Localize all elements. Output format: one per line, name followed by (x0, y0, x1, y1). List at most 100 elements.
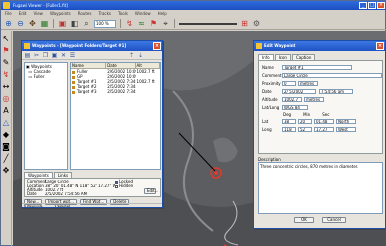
name-label: Name (262, 65, 274, 70)
menu-routes[interactable]: Routes (78, 10, 92, 18)
edit-button[interactable]: Edit... (144, 188, 159, 194)
pointer-icon[interactable]: ↖ (2, 34, 11, 43)
long-seconds-field[interactable]: 17.27 (314, 127, 334, 132)
table-row[interactable]: Target #3 2/5/2002 7:34:4 (71, 89, 160, 94)
polygon-icon[interactable]: △ (2, 118, 11, 127)
proximity-unit-select[interactable]: metres (298, 81, 318, 86)
row-alt (136, 89, 160, 94)
status-bar: 6 Waypoints 1 Selected (22, 203, 162, 208)
long-degrees-field[interactable]: 118 (282, 127, 296, 132)
settings-icon[interactable]: ⚙ (252, 19, 261, 28)
lat-seconds-field[interactable]: 01.48 (314, 119, 334, 124)
altitude-field[interactable]: 1002.7 (282, 97, 302, 102)
menu-tracks[interactable]: Tracks (98, 10, 111, 18)
waypoint-icon[interactable]: ⚑ (149, 19, 158, 28)
gps-icon[interactable]: ⌖ (161, 19, 170, 28)
zoom-out-icon[interactable]: ⊖ (16, 19, 25, 28)
toolbar-separator (120, 19, 121, 28)
gps-download-icon[interactable]: ⇣ (137, 52, 144, 59)
degrees-header: Deg (283, 112, 292, 117)
copy-icon[interactable]: ❐ (42, 52, 49, 59)
column-header-alt[interactable]: Alt (136, 63, 160, 68)
datum-select[interactable]: WGS 84 (282, 105, 308, 110)
selection-count: 1 Selected (54, 204, 71, 208)
dialog-title-bar[interactable]: Waypoints - [Waypoint Folders/Target #1]… (22, 41, 162, 51)
application-window: Fugawi Viewer - [Fuller1.fit] _ □ × File… (0, 0, 386, 246)
column-header-date[interactable]: Date (106, 63, 136, 68)
fill-icon[interactable]: ◆ (2, 130, 11, 139)
menu-edit[interactable]: Edit (19, 10, 27, 18)
menu-view[interactable]: View (33, 10, 43, 18)
zoom-in-icon[interactable]: ⊕ (4, 19, 13, 28)
lat-label: Lat (262, 119, 269, 124)
waypoint-icon (72, 90, 75, 94)
menu-help[interactable]: Help (158, 10, 167, 18)
zoom-level-select[interactable]: 100 % (94, 19, 116, 28)
maximize-button[interactable]: □ (368, 2, 376, 9)
lat-degrees-field[interactable]: 38 (282, 119, 296, 124)
app-icon (3, 2, 10, 9)
time-field[interactable]: 7:54:56 am (319, 89, 353, 94)
minutes-header: Min (303, 112, 311, 117)
dialog-title: Edit Waypoint (264, 43, 296, 48)
grid-lines-icon[interactable]: ⊞ (240, 19, 249, 28)
minimize-button[interactable]: _ (359, 2, 367, 9)
lat-minutes-field[interactable]: 20 (298, 119, 312, 124)
lat-direction-select[interactable]: North (336, 119, 356, 124)
hidden-checkbox[interactable]: Hidden (115, 184, 133, 188)
comment-label: Comment (262, 73, 282, 78)
move-icon[interactable]: ✥ (2, 166, 11, 175)
cut-icon[interactable]: ✂ (33, 52, 40, 59)
gps-upload-icon[interactable]: ⇡ (128, 52, 135, 59)
dialog-title: Waypoints - [Waypoint Folders/Target #1] (32, 43, 127, 48)
dialog-title-bar[interactable]: Edit Waypoint × (254, 41, 385, 51)
long-minutes-field[interactable]: 52 (298, 127, 312, 132)
close-icon[interactable]: × (153, 42, 161, 50)
close-icon[interactable]: × (376, 42, 384, 50)
row-name: Target #3 (77, 89, 97, 94)
tree-item-fuller[interactable]: ▭ Fuller (26, 74, 66, 79)
description-field[interactable]: Three concentric circles, 870 metres in … (258, 162, 383, 214)
delete-icon[interactable]: ✕ (60, 52, 67, 59)
track-icon[interactable]: ≈ (137, 19, 146, 28)
new-folder-icon[interactable]: ▤ (24, 52, 31, 59)
proximity-label: Proximity (262, 81, 281, 86)
camera-icon[interactable]: ◙ (2, 142, 11, 151)
line-icon[interactable]: ╱ (2, 154, 11, 163)
measure-icon[interactable]: ↔ (2, 82, 11, 91)
map-scale-bar (179, 20, 237, 28)
map-icon[interactable]: ▣ (58, 19, 67, 28)
route-icon[interactable]: ↯ (125, 19, 134, 28)
text-icon[interactable]: A (2, 106, 11, 115)
route-tool-icon[interactable]: ↯ (2, 70, 11, 79)
seconds-header: Sec (322, 112, 330, 117)
cancel-button[interactable]: Cancel (322, 217, 346, 223)
menu-tools[interactable]: Tools (118, 10, 128, 18)
waypoint-folder-icon (24, 43, 30, 49)
comment-field[interactable]: Large Circle (282, 73, 382, 78)
flag-icon[interactable]: ⚑ (2, 46, 11, 55)
date-label: Date (262, 89, 272, 94)
menu-waypoints[interactable]: Waypoints (50, 10, 71, 18)
search-icon[interactable]: ⌕ (82, 19, 91, 28)
menu-file[interactable]: File (5, 10, 12, 18)
long-direction-select[interactable]: West (336, 127, 356, 132)
proximity-field[interactable]: 0 (282, 81, 296, 86)
menu-window[interactable]: Window (135, 10, 151, 18)
waypoint-count: 6 Waypoints (24, 204, 43, 208)
altitude-unit-select[interactable]: metres (304, 97, 324, 102)
column-header-name[interactable]: Name (71, 63, 107, 68)
layers-icon[interactable]: ◧ (70, 19, 79, 28)
date-field[interactable]: 2/ 5/2002 (282, 89, 316, 94)
paste-icon[interactable]: ▣ (51, 52, 58, 59)
target-icon[interactable]: ◎ (2, 94, 11, 103)
window-title: Fugawi Viewer - [Fuller1.fit] (13, 3, 68, 8)
pan-icon[interactable]: ✥ (28, 19, 37, 28)
name-field[interactable]: Target #1 (282, 65, 352, 70)
edit-icon[interactable]: ✎ (2, 58, 11, 67)
grid-icon[interactable]: ▦ (40, 19, 49, 28)
close-button[interactable]: × (377, 2, 385, 9)
waypoint-manager-dialog: Waypoints - [Waypoint Folders/Target #1]… (21, 40, 163, 208)
ok-button[interactable]: OK (294, 217, 314, 223)
properties-icon[interactable]: ☰ (69, 52, 76, 59)
